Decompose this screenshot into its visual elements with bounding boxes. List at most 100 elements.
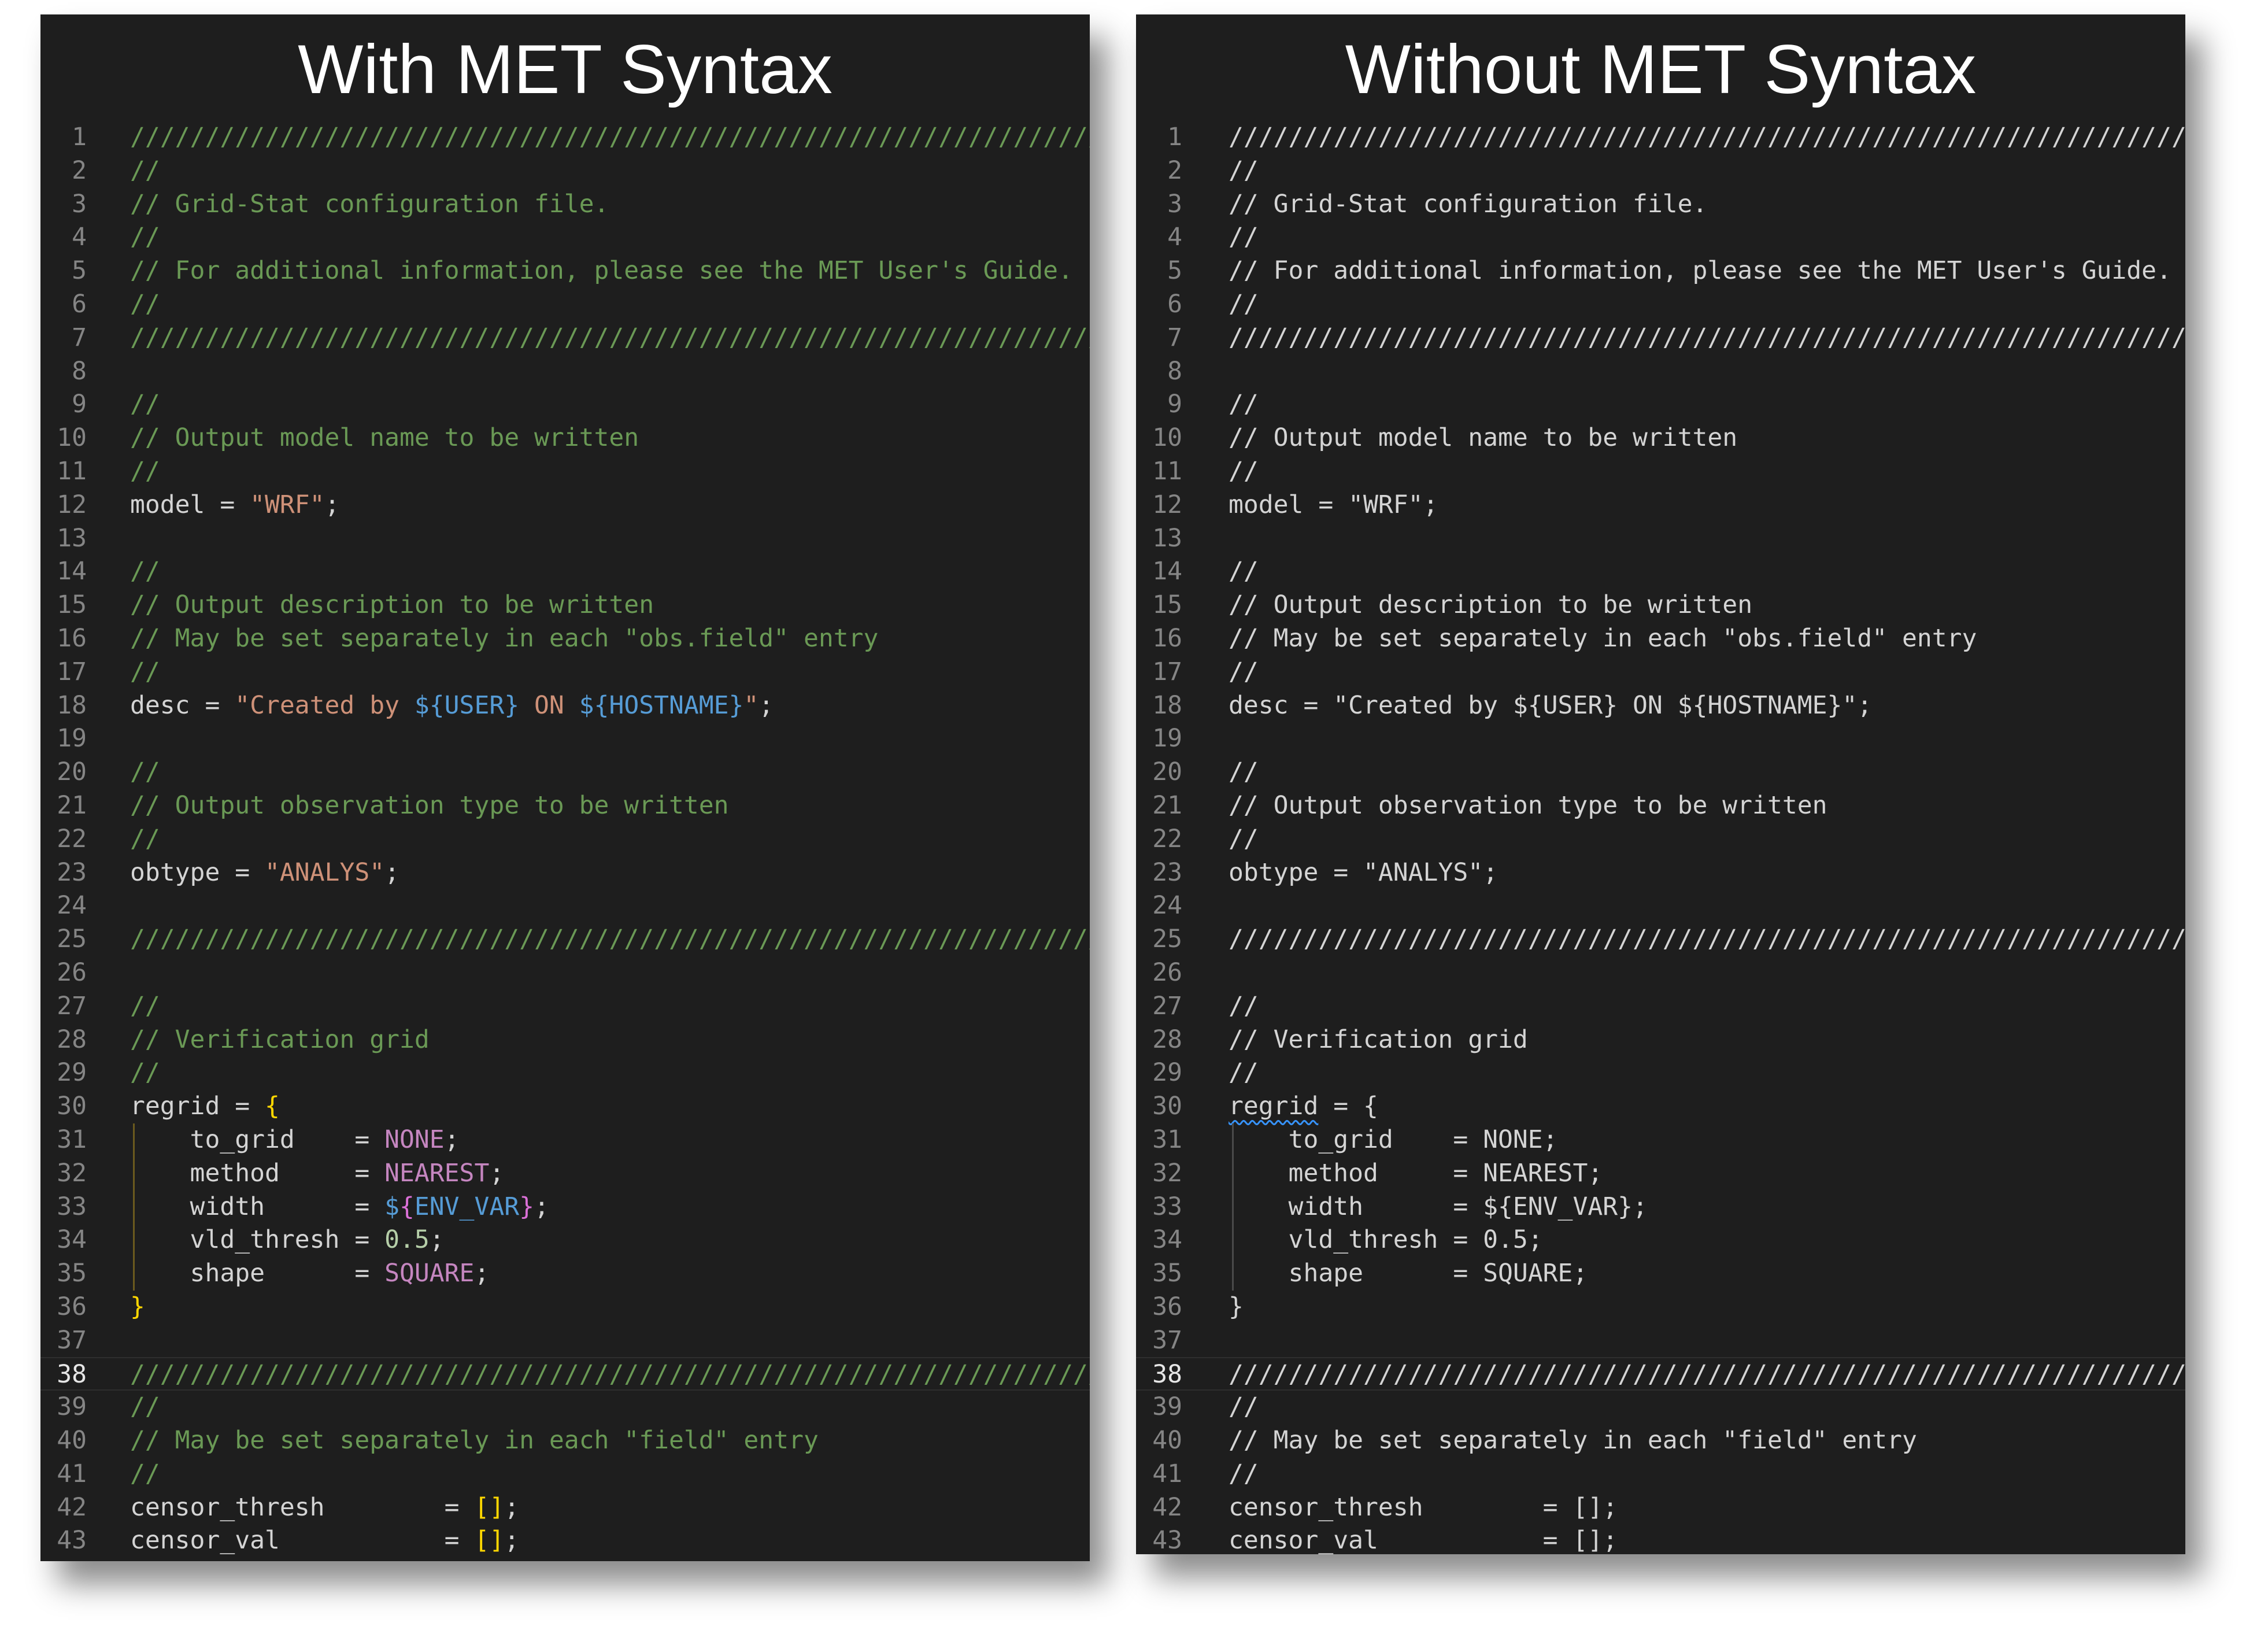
code-line[interactable]: 30 regrid = { bbox=[1136, 1090, 2185, 1123]
code-line[interactable]: 11 // bbox=[40, 455, 1090, 489]
code-line[interactable]: 23 obtype = "ANALYS"; bbox=[1136, 856, 2185, 890]
code-line[interactable]: 1 ///////////////////////////////////////… bbox=[1136, 121, 2185, 154]
code-line[interactable]: 19 bbox=[1136, 722, 2185, 756]
code-line[interactable]: 27 // bbox=[1136, 990, 2185, 1023]
code-line[interactable]: 9 // bbox=[40, 388, 1090, 422]
code-line[interactable]: 30 regrid = { bbox=[40, 1090, 1090, 1123]
code-line[interactable]: 34 vld_thresh = 0.5; bbox=[1136, 1223, 2185, 1258]
code-line[interactable]: 17 // bbox=[40, 656, 1090, 689]
code-line[interactable]: 35 shape = SQUARE; bbox=[40, 1257, 1090, 1291]
code-line[interactable]: 38 //////////////////////////////////////… bbox=[40, 1357, 1090, 1391]
code-line[interactable]: 28 // Verification grid bbox=[40, 1023, 1090, 1057]
code-line[interactable]: 1 ///////////////////////////////////////… bbox=[40, 121, 1090, 154]
code-line[interactable]: 39 // bbox=[40, 1391, 1090, 1424]
code-line[interactable]: 37 bbox=[1136, 1324, 2185, 1358]
code-line[interactable]: 4 // bbox=[1136, 221, 2185, 254]
code-line[interactable]: 26 bbox=[40, 956, 1090, 990]
code-line[interactable]: 34 vld_thresh = 0.5; bbox=[40, 1223, 1090, 1258]
code-line[interactable]: 26 bbox=[1136, 956, 2185, 990]
code-line[interactable]: 39 // bbox=[1136, 1391, 2185, 1424]
line-number: 43 bbox=[1152, 1526, 1182, 1554]
code-line[interactable]: 2 // bbox=[1136, 154, 2185, 188]
code-line[interactable]: 33 width = ${ENV_VAR}; bbox=[40, 1190, 1090, 1224]
code-line[interactable]: 21 // Output observation type to be writt… bbox=[40, 789, 1090, 823]
code-line[interactable]: 7 ///////////////////////////////////////… bbox=[40, 321, 1090, 355]
line-text: regrid = { bbox=[130, 1090, 280, 1123]
code-line[interactable]: 24 bbox=[40, 889, 1090, 923]
code-line[interactable]: 18 desc = "Created by ${USER} ON ${HOSTNA… bbox=[1136, 689, 2185, 723]
code-line[interactable]: 36} bbox=[40, 1291, 1090, 1324]
code-line[interactable]: 28 // Verification grid bbox=[1136, 1023, 2185, 1057]
code-token: NEAREST bbox=[1483, 1158, 1588, 1188]
code-line[interactable]: 13 bbox=[1136, 522, 2185, 556]
code-line[interactable]: 17 // bbox=[1136, 656, 2185, 689]
code-line[interactable]: 25 //////////////////////////////////////… bbox=[1136, 923, 2185, 956]
code-line[interactable]: 16 // May be set separately in each "obs.… bbox=[1136, 622, 2185, 656]
code-line[interactable]: 10 // Output model name to be written bbox=[1136, 422, 2185, 455]
code-editor[interactable]: 1///////////////////////////////////////… bbox=[1136, 121, 2185, 1554]
code-line[interactable]: 42 censor_thresh = []; bbox=[40, 1491, 1090, 1525]
code-line[interactable]: 40 // May be set separately in each "fiel… bbox=[40, 1424, 1090, 1458]
code-line[interactable]: 13 bbox=[40, 522, 1090, 556]
code-line[interactable]: 9 // bbox=[1136, 388, 2185, 422]
code-line[interactable]: 6 // bbox=[40, 288, 1090, 321]
code-line[interactable]: 38 //////////////////////////////////////… bbox=[1136, 1357, 2185, 1391]
code-line[interactable]: 5 // For additional information, please s… bbox=[40, 254, 1090, 288]
code-line[interactable]: 5 // For additional information, please s… bbox=[1136, 254, 2185, 288]
code-line[interactable]: 19 bbox=[40, 722, 1090, 756]
code-line[interactable]: 3 // Grid-Stat configuration file. bbox=[1136, 188, 2185, 221]
code-line[interactable]: 37 bbox=[40, 1324, 1090, 1358]
code-line[interactable]: 2 // bbox=[40, 154, 1090, 188]
line-text: model = "WRF"; bbox=[130, 489, 339, 522]
code-line[interactable]: 16 // May be set separately in each "obs.… bbox=[40, 622, 1090, 656]
code-line[interactable]: 42 censor_thresh = []; bbox=[1136, 1491, 2185, 1525]
code-line[interactable]: 12 model = "WRF"; bbox=[40, 489, 1090, 522]
code-line[interactable]: 14 // bbox=[1136, 555, 2185, 589]
code-token: ; bbox=[1423, 490, 1438, 519]
code-line[interactable]: 6 // bbox=[1136, 288, 2185, 321]
code-line[interactable]: 43 censor_val = []; bbox=[40, 1524, 1090, 1558]
code-line[interactable]: 41 // bbox=[1136, 1458, 2185, 1491]
code-line[interactable]: 29 // bbox=[40, 1056, 1090, 1090]
code-line[interactable]: 15 // Output description to be written bbox=[40, 589, 1090, 622]
code-line[interactable]: 18 desc = "Created by ${USER} ON ${HOSTNA… bbox=[40, 689, 1090, 723]
code-line[interactable]: 23 obtype = "ANALYS"; bbox=[40, 856, 1090, 890]
line-text: ////////////////////////////////////////… bbox=[1229, 1358, 2185, 1392]
code-line[interactable]: 24 bbox=[1136, 889, 2185, 923]
code-line[interactable]: 12 model = "WRF"; bbox=[1136, 489, 2185, 522]
code-line[interactable]: 8 bbox=[40, 355, 1090, 389]
code-line[interactable]: 7 ///////////////////////////////////////… bbox=[1136, 321, 2185, 355]
code-line[interactable]: 4 // bbox=[40, 221, 1090, 254]
code-line[interactable]: 41 // bbox=[40, 1458, 1090, 1491]
code-line[interactable]: 43 censor_val = []; bbox=[1136, 1524, 2185, 1554]
code-line[interactable]: 35 shape = SQUARE; bbox=[1136, 1257, 2185, 1291]
code-line[interactable]: 29 // bbox=[1136, 1056, 2185, 1090]
code-line[interactable]: 22 // bbox=[1136, 823, 2185, 856]
code-line[interactable]: 32 method = NEAREST; bbox=[40, 1156, 1090, 1191]
line-number: 21 bbox=[1152, 790, 1182, 820]
code-line[interactable]: 21 // Output observation type to be writt… bbox=[1136, 789, 2185, 823]
code-line[interactable]: 36} bbox=[1136, 1291, 2185, 1324]
code-line[interactable]: 25 //////////////////////////////////////… bbox=[40, 923, 1090, 956]
code-token: method = bbox=[130, 1158, 385, 1188]
code-editor[interactable]: 1///////////////////////////////////////… bbox=[40, 121, 1090, 1558]
code-line[interactable]: 22 // bbox=[40, 823, 1090, 856]
line-number: 26 bbox=[1152, 958, 1182, 987]
code-line[interactable]: 32 method = NEAREST; bbox=[1136, 1156, 2185, 1191]
code-line[interactable]: 8 bbox=[1136, 355, 2185, 389]
line-text: method = NEAREST; bbox=[1229, 1157, 1603, 1191]
code-line[interactable]: 14 // bbox=[40, 555, 1090, 589]
code-line[interactable]: 15 // Output description to be written bbox=[1136, 589, 2185, 622]
code-line[interactable]: 33 width = ${ENV_VAR}; bbox=[1136, 1190, 2185, 1224]
code-line[interactable]: 11 // bbox=[1136, 455, 2185, 489]
code-line[interactable]: 27 // bbox=[40, 990, 1090, 1023]
code-line[interactable]: 40 // May be set separately in each "fiel… bbox=[1136, 1424, 2185, 1458]
code-line[interactable]: 20 // bbox=[40, 756, 1090, 789]
code-line[interactable]: 10 // Output model name to be written bbox=[40, 422, 1090, 455]
code-line[interactable]: 20 // bbox=[1136, 756, 2185, 789]
code-line[interactable]: 3 // Grid-Stat configuration file. bbox=[40, 188, 1090, 221]
code-line[interactable]: 31 to_grid = NONE; bbox=[1136, 1123, 2185, 1157]
line-number: 31 bbox=[57, 1125, 87, 1154]
line-number: 4 bbox=[1167, 223, 1182, 252]
code-line[interactable]: 31 to_grid = NONE; bbox=[40, 1123, 1090, 1157]
